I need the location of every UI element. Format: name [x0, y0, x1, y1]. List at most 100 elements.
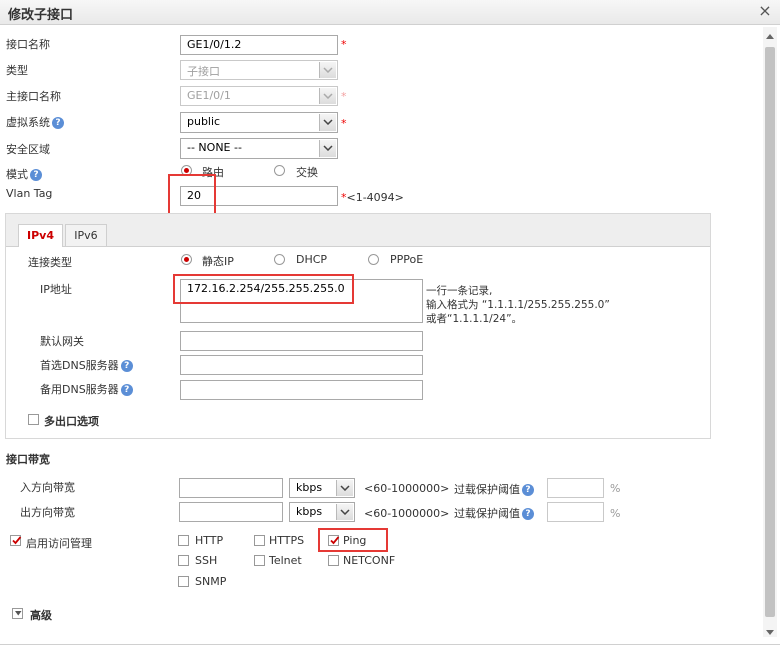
vlan-label: Vlan Tag	[6, 187, 53, 200]
access-enable-checkbox[interactable]	[10, 535, 22, 546]
tab-ipv4[interactable]: IPv4	[18, 224, 63, 247]
dialog-titlebar	[0, 0, 780, 25]
out-bandwidth-label: 出方向带宽	[20, 506, 75, 519]
zone-select-value: -- NONE --	[187, 141, 242, 154]
in-percent: %	[610, 482, 621, 495]
conn-dhcp-label: DHCP	[296, 253, 328, 266]
dns1-label-text: 首选DNS服务器	[40, 359, 119, 372]
dns1-label: 首选DNS服务器?	[40, 357, 133, 373]
gateway-input[interactable]	[180, 331, 423, 351]
mode-label: 模式?	[6, 166, 42, 182]
scroll-up-icon[interactable]	[765, 31, 775, 44]
in-bandwidth-label: 入方向带宽	[20, 481, 75, 494]
scroll-down-icon[interactable]	[765, 626, 775, 639]
type-select-value: 子接口	[187, 65, 220, 78]
telnet-checkbox[interactable]	[254, 555, 265, 566]
mode-switch-radio[interactable]	[274, 165, 285, 176]
zone-label: 安全区域	[6, 143, 50, 156]
multi-exit-checkbox[interactable]	[28, 414, 39, 425]
http-label: HTTP	[195, 534, 224, 547]
in-threshold-label: 过载保护阈值?	[454, 481, 534, 497]
bottom-divider	[0, 644, 780, 645]
ip-hint-line1: 一行一条记录,	[426, 285, 493, 297]
checkmark-icon	[12, 536, 22, 545]
iface-name-label: 接口名称	[6, 38, 50, 51]
help-icon[interactable]: ?	[120, 384, 133, 396]
dns1-input[interactable]	[180, 355, 423, 375]
out-threshold-input	[547, 502, 604, 522]
access-enable-label: 启用访问管理	[26, 537, 92, 550]
http-checkbox[interactable]	[178, 535, 189, 546]
snmp-label: SNMP	[195, 575, 227, 588]
https-checkbox[interactable]	[254, 535, 265, 546]
ip-hint-line2: 输入格式为 “1.1.1.1/255.255.255.0”	[426, 299, 610, 311]
main-iface-select: GE1/0/1	[180, 86, 338, 106]
help-icon[interactable]: ?	[52, 117, 64, 129]
conn-pppoe-radio[interactable]	[368, 254, 379, 265]
vsys-select[interactable]: public	[180, 112, 338, 133]
bandwidth-section-title: 接口带宽	[6, 453, 50, 466]
chevron-down-icon	[319, 114, 336, 131]
advanced-label: 高级	[30, 609, 52, 622]
https-label: HTTPS	[269, 534, 305, 547]
gateway-label: 默认网关	[40, 335, 84, 348]
out-bandwidth-range: <60-1000000>	[364, 507, 450, 520]
highlight-box	[173, 274, 354, 304]
vlan-range-text: <1-4094>	[346, 191, 404, 204]
tab-ipv6[interactable]: IPv6	[65, 224, 107, 246]
scrollbar-thumb[interactable]	[765, 47, 775, 617]
help-icon[interactable]: ?	[120, 360, 133, 372]
dns2-input[interactable]	[180, 380, 423, 400]
required-mark: *	[341, 38, 347, 51]
conn-static-label: 静态IP	[202, 255, 234, 268]
vsys-label: 虚拟系统?	[6, 114, 64, 130]
dns2-label-text: 备用DNS服务器	[40, 383, 119, 396]
out-threshold-label: 过载保护阈值?	[454, 505, 534, 521]
conn-pppoe-label: PPPoE	[390, 253, 424, 266]
chevron-down-icon	[319, 88, 336, 104]
ip-hint-line3: 或者“1.1.1.1/24”。	[426, 313, 523, 325]
conn-type-label: 连接类型	[28, 256, 72, 269]
multi-exit-label: 多出口选项	[44, 415, 99, 428]
out-bandwidth-input[interactable]	[179, 502, 283, 522]
iface-name-input[interactable]: GE1/0/1.2	[180, 35, 338, 55]
mode-switch-label: 交换	[296, 166, 318, 179]
type-label: 类型	[6, 64, 28, 77]
out-unit-value: kbps	[296, 505, 323, 518]
main-iface-select-value: GE1/0/1	[187, 89, 231, 102]
vsys-select-value: public	[187, 115, 221, 128]
dns2-label: 备用DNS服务器?	[40, 381, 133, 397]
out-unit-select[interactable]: kbps	[289, 502, 355, 522]
triangle-down-icon	[15, 611, 22, 616]
telnet-label: Telnet	[269, 554, 302, 567]
ssh-label: SSH	[195, 554, 218, 567]
zone-select[interactable]: -- NONE --	[180, 138, 338, 159]
help-icon[interactable]: ?	[522, 484, 534, 496]
in-unit-select[interactable]: kbps	[289, 478, 355, 498]
in-bandwidth-range: <60-1000000>	[364, 482, 450, 495]
help-icon[interactable]: ?	[522, 508, 534, 520]
type-select: 子接口	[180, 60, 338, 80]
main-iface-label: 主接口名称	[6, 90, 61, 103]
chevron-down-icon	[319, 62, 336, 78]
help-icon[interactable]: ?	[30, 169, 42, 181]
in-bandwidth-input[interactable]	[179, 478, 283, 498]
snmp-checkbox[interactable]	[178, 576, 189, 587]
in-unit-value: kbps	[296, 481, 323, 494]
netconf-checkbox[interactable]	[328, 555, 339, 566]
netconf-label: NETCONF	[343, 554, 396, 567]
conn-dhcp-radio[interactable]	[274, 254, 285, 265]
ip-label: IP地址	[40, 283, 72, 296]
mode-label-text: 模式	[6, 168, 28, 181]
out-threshold-text: 过载保护阈值	[454, 507, 520, 520]
chevron-down-icon	[319, 140, 336, 157]
dialog-title: 修改子接口	[8, 8, 74, 23]
tab-strip	[6, 214, 710, 247]
vlan-range-hint: *<1-4094>	[341, 191, 404, 204]
close-icon[interactable]: ×	[756, 2, 774, 20]
vsys-label-text: 虚拟系统	[6, 116, 50, 129]
in-threshold-text: 过载保护阈值	[454, 483, 520, 496]
advanced-toggle[interactable]	[12, 608, 23, 619]
conn-static-radio[interactable]	[181, 254, 192, 265]
ssh-checkbox[interactable]	[178, 555, 189, 566]
